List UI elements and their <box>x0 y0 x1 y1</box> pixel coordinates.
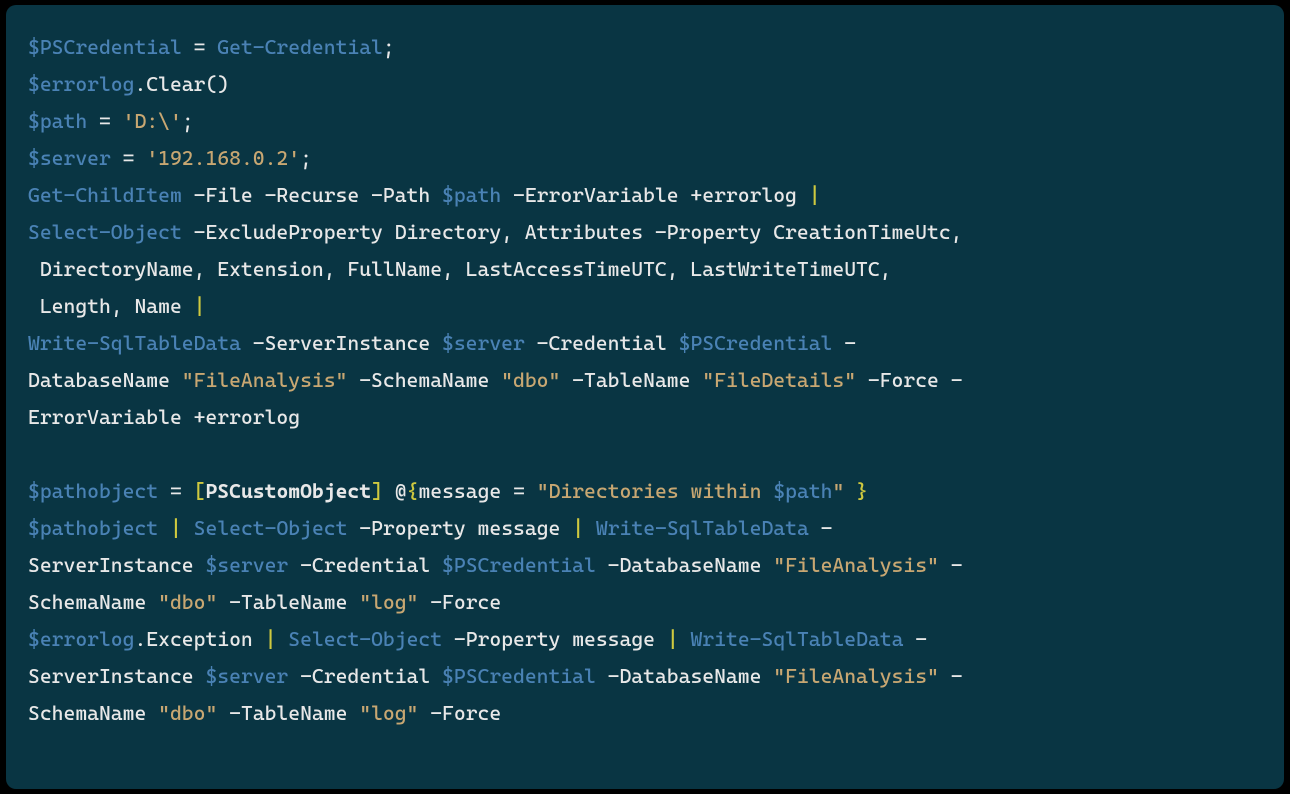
code-line: $pathobject | Select-Object -Property me… <box>28 510 1262 547</box>
code-line: Write-SqlTableData -ServerInstance $serv… <box>28 325 1262 362</box>
code-line: Get-ChildItem -File -Recurse -Path $path… <box>28 177 1262 214</box>
code-line: ServerInstance $server -Credential $PSCr… <box>28 658 1262 695</box>
code-line: Length, Name | <box>28 288 1262 325</box>
code-line: DirectoryName, Extension, FullName, Last… <box>28 251 1262 288</box>
code-block: $PSCredential = Get-Credential;$errorlog… <box>6 5 1284 789</box>
code-line: $PSCredential = Get-Credential; <box>28 29 1262 66</box>
code-line: SchemaName "dbo" -TableName "log" -Force <box>28 584 1262 621</box>
code-line: SchemaName "dbo" -TableName "log" -Force <box>28 695 1262 732</box>
code-line: ErrorVariable +errorlog <box>28 399 1262 436</box>
code-line: Select-Object -ExcludeProperty Directory… <box>28 214 1262 251</box>
code-line <box>28 436 1262 473</box>
code-line: $errorlog.Clear() <box>28 66 1262 103</box>
code-line: ServerInstance $server -Credential $PSCr… <box>28 547 1262 584</box>
code-line: $errorlog.Exception | Select-Object -Pro… <box>28 621 1262 658</box>
code-line: $path = 'D:\'; <box>28 103 1262 140</box>
code-line: DatabaseName "FileAnalysis" -SchemaName … <box>28 362 1262 399</box>
variable-token: $PSCredential <box>28 35 182 59</box>
code-line: $pathobject = [PSCustomObject] @{message… <box>28 473 1262 510</box>
code-line: $server = '192.168.0.2'; <box>28 140 1262 177</box>
